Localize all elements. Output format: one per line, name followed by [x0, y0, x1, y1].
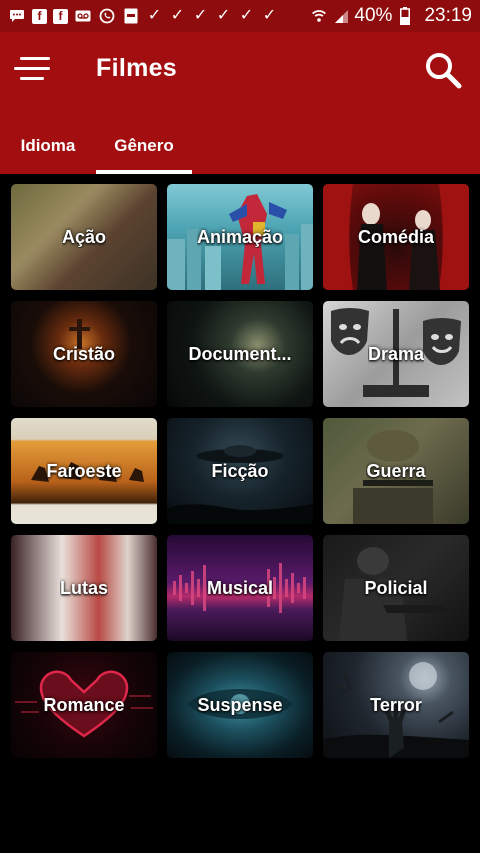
clock: 23:19 [424, 5, 472, 26]
battery-icon [396, 7, 414, 25]
menu-icon-line [14, 67, 50, 70]
genre-tile-musical[interactable]: Musical [167, 535, 313, 641]
whatsapp-icon [98, 7, 116, 25]
chat-bubble-icon [8, 7, 26, 25]
tab-bar: Idioma Gênero [0, 118, 480, 174]
genre-label: Guerra [366, 460, 426, 481]
genre-tile-lutas[interactable]: Lutas [11, 535, 157, 641]
genre-label: Ficção [211, 460, 269, 481]
battery-percentage: 40% [354, 5, 393, 26]
notification-icons: f f ✓ ✓ ✓ ✓ ✓ ✓ [8, 7, 278, 25]
status-bar: f f ✓ ✓ ✓ ✓ ✓ ✓ 40% 23:19 [0, 0, 480, 32]
genre-tile-acao[interactable]: Ação [11, 184, 157, 290]
system-status: 40% 23:19 [310, 5, 472, 27]
page-title: Filmes [96, 54, 177, 82]
check-icon: ✓ [239, 7, 254, 24]
genre-label: Faroeste [46, 460, 122, 481]
genre-label: Document... [188, 343, 292, 364]
genre-tile-drama[interactable]: Drama [323, 301, 469, 407]
check-icon: ✓ [170, 7, 185, 24]
menu-icon-line [20, 77, 44, 80]
voicemail-icon [74, 7, 92, 25]
menu-button[interactable] [14, 54, 52, 86]
search-icon [426, 53, 462, 89]
genre-label: Musical [206, 577, 274, 598]
genre-tile-comedia[interactable]: Comédia [323, 184, 469, 290]
genre-label: Animação [196, 226, 284, 247]
facebook-icon: f [32, 8, 47, 24]
check-icon: ✓ [262, 7, 277, 24]
genre-label: Suspense [197, 694, 283, 715]
genre-label: Ação [61, 226, 106, 247]
genre-tile-animacao[interactable]: Animação [167, 184, 313, 290]
genre-label: Cristão [52, 343, 115, 364]
facebook-icon: f [53, 8, 68, 24]
genre-label: Lutas [59, 577, 108, 598]
genre-tile-documentario[interactable]: Document... [167, 301, 313, 407]
genre-tile-faroeste[interactable]: Faroeste [11, 418, 157, 524]
genre-label: Drama [367, 343, 425, 364]
app-bar: Filmes Idioma Gênero [0, 32, 480, 174]
genre-label: Terror [370, 694, 422, 715]
check-icon: ✓ [216, 7, 231, 24]
genre-label: Policial [364, 577, 428, 598]
genre-label: Comédia [357, 226, 435, 247]
genre-tile-cristao[interactable]: Cristão [11, 301, 157, 407]
genre-label: Romance [43, 694, 125, 715]
genre-grid: Ação Animação Comédia Cristão Document..… [0, 174, 480, 853]
tab-genero[interactable]: Gênero [96, 118, 192, 174]
genre-tile-terror[interactable]: Terror [323, 652, 469, 758]
check-icon: ✓ [147, 7, 162, 24]
check-icon: ✓ [193, 7, 208, 24]
wifi-icon [310, 7, 328, 25]
genre-tile-suspense[interactable]: Suspense [167, 652, 313, 758]
tab-idioma[interactable]: Idioma [8, 118, 88, 174]
genre-tile-ficcao[interactable]: Ficção [167, 418, 313, 524]
search-button[interactable] [422, 50, 464, 92]
signal-icon [332, 7, 350, 25]
genre-tile-romance[interactable]: Romance [11, 652, 157, 758]
genre-tile-guerra[interactable]: Guerra [323, 418, 469, 524]
menu-icon [20, 57, 50, 60]
image-icon [122, 7, 140, 25]
genre-tile-policial[interactable]: Policial [323, 535, 469, 641]
